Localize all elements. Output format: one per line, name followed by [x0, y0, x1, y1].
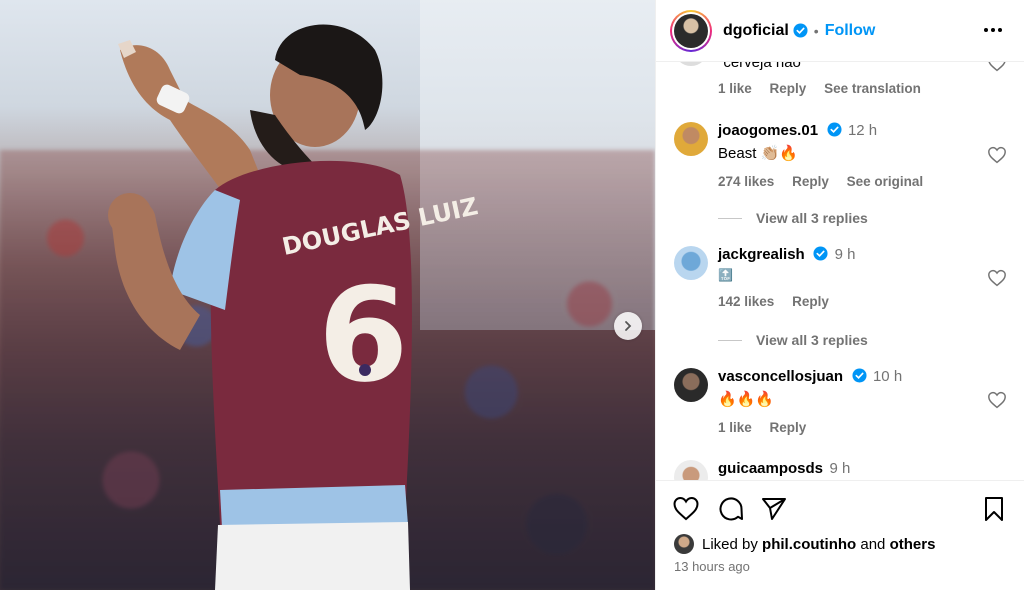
comment-time: 9 h: [834, 246, 856, 263]
view-replies-label: View all 3 replies: [756, 210, 868, 226]
post-actions: Liked by phil.coutinho and others 13 hou…: [656, 480, 1024, 590]
liked-by-prefix: Liked by: [702, 535, 758, 553]
more-horizontal-icon[interactable]: [983, 22, 1003, 38]
post-image[interactable]: DOUGLAS LUIZ 6: [0, 0, 655, 590]
post-header: dgoficial • Follow: [656, 0, 1024, 62]
comment-text: 🔝: [718, 268, 733, 282]
view-replies-button[interactable]: View all 3 replies: [718, 332, 868, 348]
like-heart-icon[interactable]: [672, 495, 700, 523]
comment-avatar[interactable]: [674, 62, 708, 66]
see-original-button[interactable]: See original: [847, 174, 924, 189]
liked-by-and: and: [860, 535, 886, 553]
header-separator: •: [813, 22, 819, 39]
comment-avatar[interactable]: [674, 460, 708, 480]
comment-avatar[interactable]: [674, 246, 708, 280]
comment-likes[interactable]: 1 like: [718, 420, 752, 435]
comment-reply-button[interactable]: Reply: [770, 420, 807, 435]
comment-username[interactable]: jackgrealish: [718, 246, 805, 263]
comment-time: 9 h: [829, 460, 851, 477]
liked-by: Liked by phil.coutinho and others: [674, 534, 935, 554]
comment-username[interactable]: guicaamposds: [718, 460, 823, 477]
comments-list[interactable]: "cerveja não" 1 like Reply See translati…: [656, 62, 1024, 480]
verified-badge-icon: [793, 23, 808, 38]
chevron-right-icon: [625, 321, 632, 331]
comment-text: Beast 👏🏼🔥: [718, 145, 798, 162]
comment-username[interactable]: joaogomes.01: [718, 122, 818, 139]
comment-time: 10 h: [872, 368, 903, 385]
post-side-panel: dgoficial • Follow "cerveja não" 1 like …: [655, 0, 1024, 590]
liked-by-user[interactable]: phil.coutinho: [762, 536, 856, 553]
view-replies-button[interactable]: View all 3 replies: [718, 210, 868, 226]
heart-icon[interactable]: [987, 146, 1007, 164]
heart-icon[interactable]: [987, 62, 1007, 72]
verified-badge-icon: [813, 246, 828, 261]
verified-badge-icon: [851, 368, 867, 383]
see-translation-button[interactable]: See translation: [824, 81, 921, 96]
player-figure: DOUGLAS LUIZ 6: [108, 24, 480, 590]
view-replies-label: View all 3 replies: [756, 332, 868, 348]
comment-icon[interactable]: [717, 495, 745, 523]
comment-reply-button[interactable]: Reply: [770, 81, 807, 96]
comment-likes[interactable]: 1 like: [718, 81, 752, 96]
send-icon[interactable]: [760, 495, 788, 523]
verified-badge-icon: [826, 122, 842, 137]
liked-by-others[interactable]: others: [890, 536, 936, 553]
heart-icon[interactable]: [987, 269, 1007, 287]
comment-time: 12 h: [847, 122, 878, 139]
comment-reply-button[interactable]: Reply: [792, 174, 829, 189]
liked-by-avatar[interactable]: [674, 534, 694, 554]
heart-icon[interactable]: [987, 391, 1007, 409]
comment-username[interactable]: vasconcellosjuan: [718, 368, 843, 385]
post-timestamp[interactable]: 13 hours ago: [674, 559, 750, 574]
comment-likes[interactable]: 142 likes: [718, 294, 774, 309]
comment-text: 🔥🔥🔥: [718, 391, 775, 408]
comment-likes[interactable]: 274 likes: [718, 174, 774, 189]
bookmark-icon[interactable]: [980, 495, 1008, 523]
profile-username[interactable]: dgoficial: [723, 22, 789, 40]
jersey-number: 6: [318, 259, 408, 411]
comment-avatar[interactable]: [674, 368, 708, 402]
comment-reply-button[interactable]: Reply: [792, 294, 829, 309]
next-image-button[interactable]: [614, 312, 642, 340]
profile-avatar[interactable]: [670, 9, 712, 52]
follow-button[interactable]: Follow: [825, 22, 876, 40]
comment-text: "cerveja não": [718, 62, 807, 71]
comment-avatar[interactable]: [674, 122, 708, 156]
